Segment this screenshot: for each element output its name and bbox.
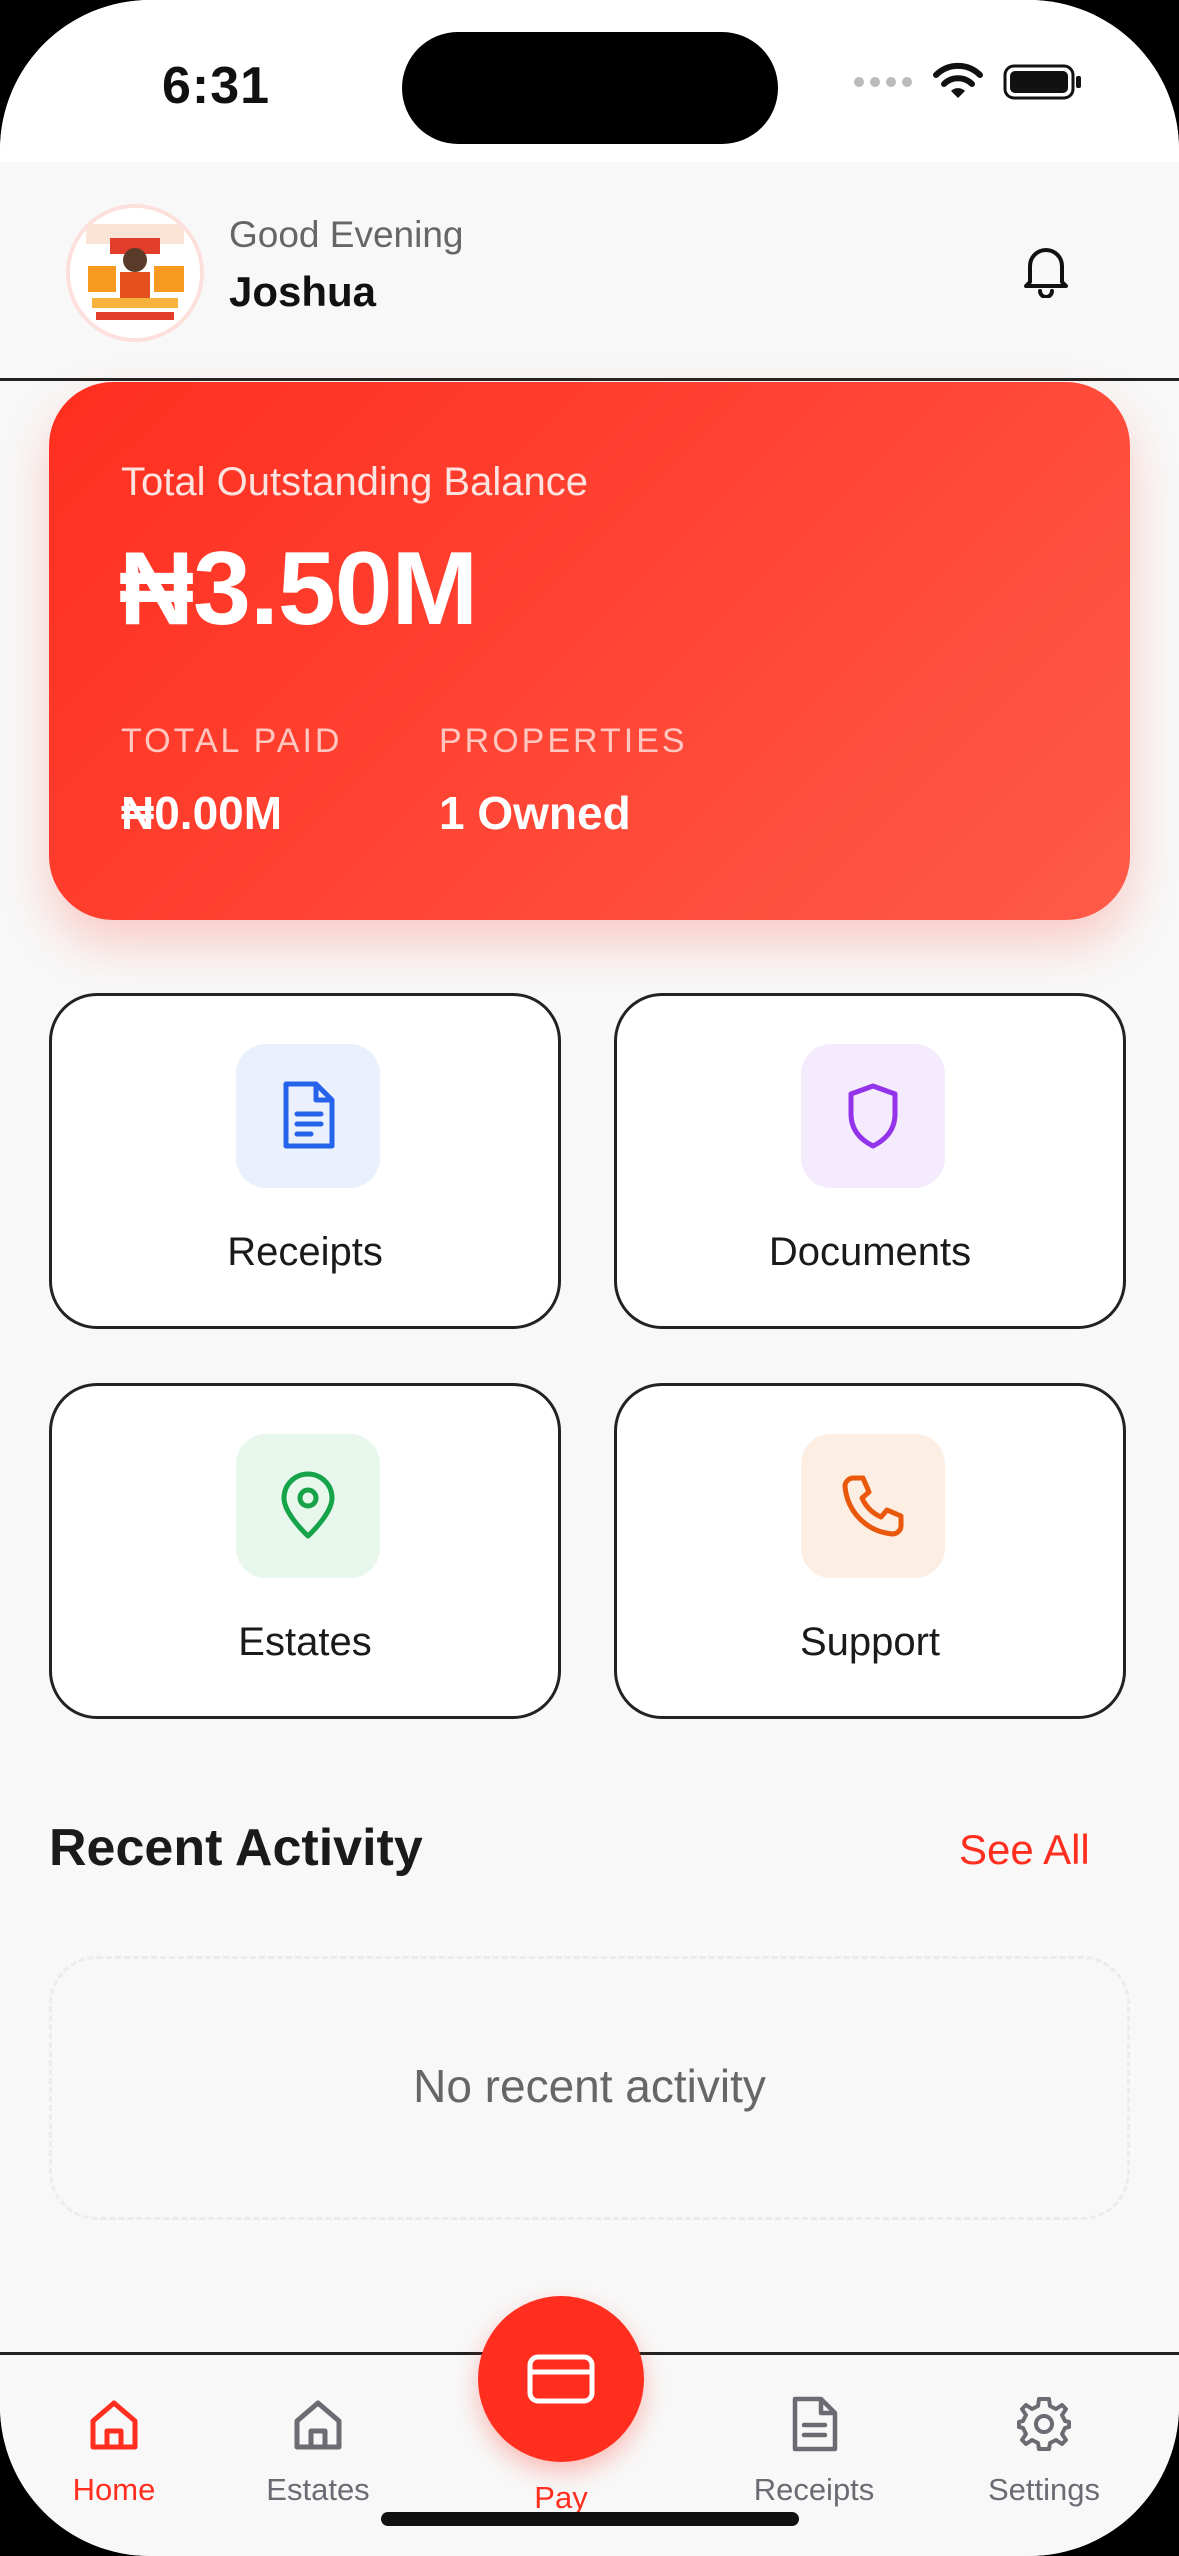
wifi-icon bbox=[933, 62, 983, 98]
location-pin-icon bbox=[281, 1471, 335, 1539]
recent-activity-empty-state: No recent activity bbox=[49, 1956, 1130, 2220]
documents-icon-box bbox=[801, 1044, 945, 1188]
estates-tile[interactable]: Estates bbox=[49, 1383, 561, 1719]
status-icons bbox=[853, 62, 1083, 102]
tab-settings-label: Settings bbox=[987, 2472, 1100, 2507]
signal-dots-icon bbox=[854, 77, 912, 87]
estates-icon-box bbox=[236, 1434, 380, 1578]
gear-icon bbox=[1017, 2397, 1071, 2451]
avatar-image bbox=[70, 208, 200, 338]
tab-receipts-label: Receipts bbox=[753, 2472, 875, 2507]
documents-tile-label: Documents bbox=[768, 1230, 972, 1274]
phone-icon bbox=[842, 1475, 904, 1537]
tab-home-label: Home bbox=[72, 2472, 156, 2507]
recent-activity-title: Recent Activity bbox=[49, 1819, 423, 1877]
properties-value: 1 Owned bbox=[439, 787, 631, 839]
pay-button-label[interactable]: Pay bbox=[478, 2480, 644, 2516]
home-indicator bbox=[381, 2512, 799, 2526]
tab-receipts[interactable]: Receipts bbox=[724, 2395, 904, 2508]
balance-amount: ₦3.50M bbox=[119, 531, 478, 647]
status-bar: 6:31 bbox=[0, 0, 1179, 162]
bell-icon[interactable] bbox=[1020, 242, 1072, 298]
empty-state-text: No recent activity bbox=[413, 2060, 766, 2112]
support-tile[interactable]: Support bbox=[614, 1383, 1126, 1719]
greeting-text: Good Evening bbox=[229, 214, 464, 255]
tab-settings[interactable]: Settings bbox=[954, 2395, 1134, 2508]
balance-label: Total Outstanding Balance bbox=[121, 460, 588, 504]
receipts-tile-label: Receipts bbox=[227, 1230, 383, 1274]
card-icon bbox=[527, 2354, 595, 2404]
status-time: 6:31 bbox=[162, 57, 271, 115]
dynamic-island bbox=[402, 32, 778, 144]
support-icon-box bbox=[801, 1434, 945, 1578]
support-tile-label: Support bbox=[799, 1620, 941, 1664]
receipts-tile[interactable]: Receipts bbox=[49, 993, 561, 1329]
phone-screen: 6:31 Good Evening Joshua Total Outstandi… bbox=[0, 0, 1179, 2556]
tab-home[interactable]: Home bbox=[24, 2395, 204, 2508]
user-name: Joshua bbox=[229, 268, 377, 315]
documents-tile[interactable]: Documents bbox=[614, 993, 1126, 1329]
shield-icon bbox=[848, 1083, 898, 1149]
see-all-link[interactable]: See All bbox=[959, 1826, 1090, 1874]
pay-button[interactable] bbox=[478, 2296, 644, 2462]
tab-estates-label: Estates bbox=[266, 2472, 370, 2507]
battery-icon bbox=[1003, 64, 1081, 100]
avatar[interactable] bbox=[66, 204, 204, 342]
properties-label: PROPERTIES bbox=[439, 722, 688, 760]
total-paid-value: ₦0.00M bbox=[121, 787, 283, 839]
home-icon bbox=[90, 2400, 138, 2450]
document-icon bbox=[283, 1081, 335, 1149]
total-paid-label: TOTAL PAID bbox=[121, 722, 343, 760]
tab-estates[interactable]: Estates bbox=[228, 2395, 408, 2508]
receipts-icon-box bbox=[236, 1044, 380, 1188]
balance-card: Total Outstanding Balance ₦3.50M TOTAL P… bbox=[49, 382, 1130, 920]
document-icon bbox=[792, 2396, 838, 2452]
building-icon bbox=[294, 2400, 342, 2450]
app-header: Good Evening Joshua bbox=[0, 162, 1179, 381]
estates-tile-label: Estates bbox=[238, 1620, 372, 1664]
